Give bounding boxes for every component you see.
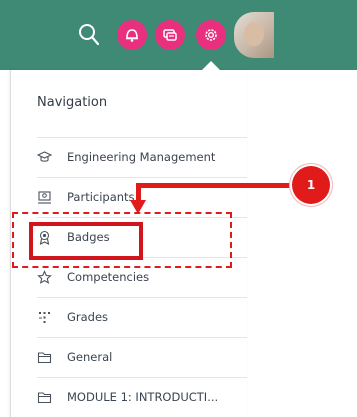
- table-icon: [39, 312, 50, 323]
- messages-icon: [163, 29, 177, 41]
- nav-item-label: General: [67, 350, 113, 364]
- callout-arrow-line: [138, 183, 294, 188]
- search-button[interactable]: [77, 22, 101, 48]
- nav-item-label: MODULE 1: INTRODUCTI...: [67, 390, 219, 404]
- nav-item-label: Competencies: [67, 270, 150, 284]
- user-avatar[interactable]: [234, 12, 274, 58]
- nav-item-engineering-management[interactable]: Engineering Management: [37, 137, 247, 177]
- notifications-button[interactable]: [117, 20, 147, 50]
- step-number: 1: [306, 178, 316, 192]
- nav-item-label: Participants: [67, 190, 135, 204]
- star-icon: [37, 270, 52, 284]
- nav-item-label: Engineering Management: [67, 150, 216, 164]
- nav-item-grades[interactable]: Grades: [37, 297, 247, 337]
- search-icon: [79, 24, 100, 46]
- step-number-badge: 1: [292, 166, 330, 204]
- nav-item-module-1[interactable]: MODULE 1: INTRODUCTI...: [37, 377, 247, 417]
- folder-icon: [37, 352, 52, 364]
- top-navbar: [0, 0, 357, 70]
- nav-item-label: Grades: [67, 310, 109, 324]
- avatar-face: [244, 22, 264, 46]
- screenshot-stage: Navigation Engineering Management Partic…: [0, 0, 357, 417]
- settings-button[interactable]: [196, 20, 226, 50]
- folder-icon: [37, 392, 52, 404]
- graduation-cap-icon: [37, 151, 52, 162]
- navigation-title: Navigation: [37, 95, 108, 110]
- messages-button[interactable]: [155, 20, 185, 50]
- notifications-icon: [126, 29, 138, 42]
- users-icon: [38, 191, 51, 204]
- nav-item-general[interactable]: General: [37, 337, 247, 377]
- settings-icon: [205, 29, 217, 41]
- highlight-focus-box: [29, 222, 143, 260]
- callout-arrow-head: [130, 200, 146, 214]
